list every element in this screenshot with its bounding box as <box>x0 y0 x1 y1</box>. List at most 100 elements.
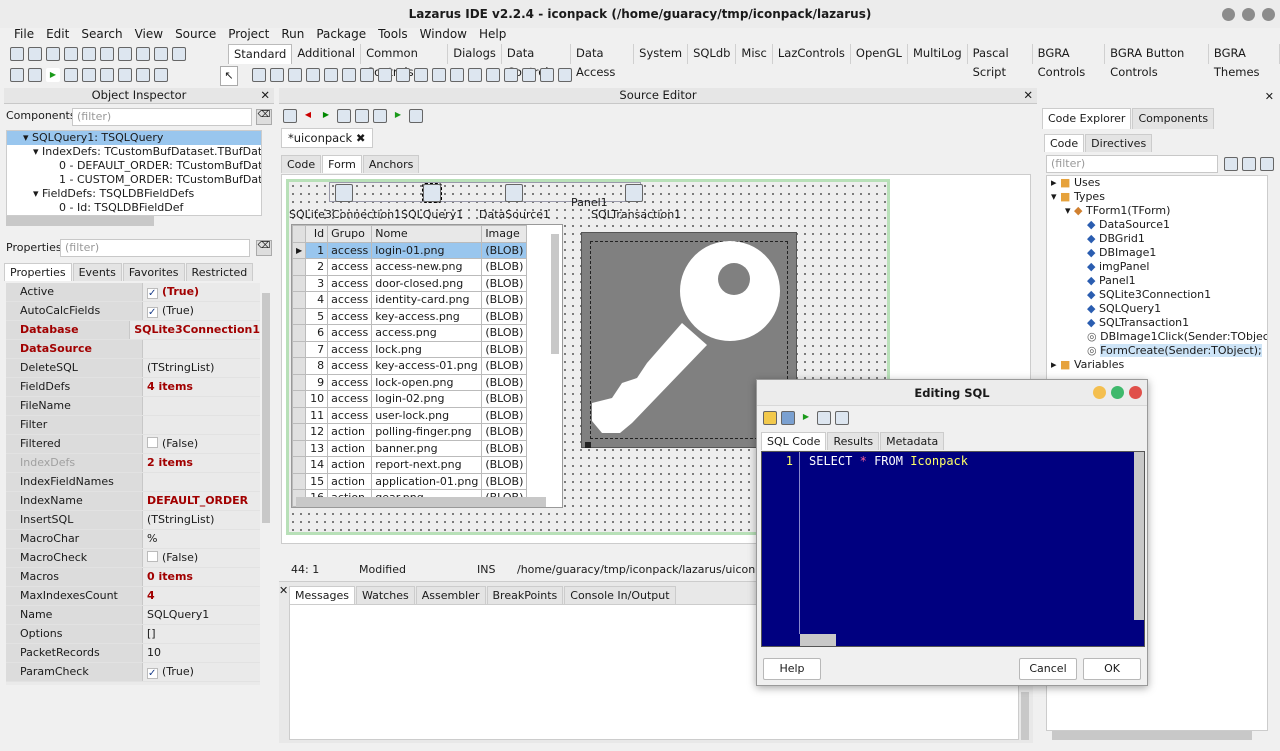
tree-item-default-order[interactable]: 0 - DEFAULT_ORDER: TCustomBufDatase <box>7 159 261 173</box>
grid-cell[interactable]: action <box>327 456 373 474</box>
checkbox[interactable] <box>147 437 158 448</box>
grid-cell[interactable]: (BLOB) <box>481 373 528 391</box>
tab-watches[interactable]: Watches <box>355 586 415 604</box>
row-indicator[interactable] <box>292 456 307 474</box>
grid-cell[interactable]: (BLOB) <box>481 423 528 441</box>
tab-events[interactable]: Events <box>72 263 122 281</box>
copy-icon[interactable] <box>835 411 849 425</box>
file-tab-uiconpack[interactable]: *uiconpack ✖ <box>281 128 373 148</box>
row-indicator[interactable] <box>292 274 307 292</box>
row-indicator[interactable]: ▶ <box>292 241 307 259</box>
property-value[interactable]: ✓ (True) <box>143 283 260 301</box>
menu-help[interactable]: Help <box>473 26 512 44</box>
property-row[interactable]: FieldDefs 4 items <box>6 378 260 397</box>
property-row[interactable]: IndexFieldNames <box>6 473 260 492</box>
sql-vscrollbar[interactable] <box>1134 452 1144 620</box>
tradiobutton-icon[interactable] <box>396 68 410 82</box>
tcheckbox-icon[interactable] <box>378 68 392 82</box>
row-indicator[interactable] <box>292 258 307 276</box>
close-tab-icon[interactable]: ✖ <box>356 131 366 145</box>
property-value[interactable]: ✓ (True) <box>143 663 260 681</box>
grid-vscrollbar[interactable] <box>551 234 559 354</box>
property-row[interactable]: DataSource <box>6 340 260 359</box>
grid-cell[interactable]: login-02.png <box>371 390 483 408</box>
table-row[interactable]: 13 action banner.png (BLOB) <box>292 439 528 457</box>
messages-scrollbar[interactable] <box>1021 692 1029 740</box>
new-form-icon[interactable] <box>28 47 42 61</box>
grid-cell[interactable]: report-next.png <box>371 456 483 474</box>
menu-package[interactable]: Package <box>310 26 372 44</box>
table-row[interactable]: 8 access key-access-01.png (BLOB) <box>292 357 528 375</box>
grid-cell[interactable]: lock-open.png <box>371 373 483 391</box>
grid-cell[interactable]: login-01.png <box>371 241 483 259</box>
dialog-close-button[interactable] <box>1129 386 1142 399</box>
tab-messages[interactable]: Messages <box>289 586 355 604</box>
tree-item-indexdefs[interactable]: ▾ IndexDefs: TCustomBufDataset.TBufDatas <box>7 145 261 159</box>
dbgrid1[interactable]: Id Grupo Nome Image ▶ 1 access login-01.png… <box>291 224 563 508</box>
pointer-tool-icon[interactable]: ↖ <box>220 66 238 86</box>
menu-project[interactable]: Project <box>222 26 275 44</box>
grid-cell[interactable]: key-access.png <box>371 307 483 325</box>
tree-sqlquery1[interactable]: ◆ SQLQuery1 <box>1047 302 1267 316</box>
close-icon[interactable]: ✕ <box>1023 88 1033 103</box>
grid-cell[interactable]: (BLOB) <box>481 340 528 358</box>
menu-run[interactable]: Run <box>275 26 310 44</box>
tree-panel1[interactable]: ◆ Panel1 <box>1047 274 1267 288</box>
palette-tab-bgra-themes[interactable]: BGRA Themes <box>1209 44 1280 79</box>
grid-cell[interactable]: access <box>327 324 373 342</box>
property-row[interactable]: MaxIndexesCount 4 <box>6 587 260 606</box>
tcheckgroup-icon[interactable] <box>504 68 518 82</box>
close-icon[interactable]: ✕ <box>260 88 270 103</box>
table-row[interactable]: 12 action polling-finger.png (BLOB) <box>292 423 528 441</box>
table-row[interactable]: 15 action application-01.png (BLOB) <box>292 472 528 490</box>
grid-cell[interactable]: (BLOB) <box>481 291 528 309</box>
grid-header-id[interactable]: Id <box>305 225 329 243</box>
tree-item-custom-order[interactable]: 1 - CUSTOM_ORDER: TCustomBufDatase <box>7 173 261 187</box>
sql-hscrollbar[interactable] <box>800 634 836 646</box>
palette-tab-opengl[interactable]: OpenGL <box>851 44 908 64</box>
table-row[interactable]: 10 access login-02.png (BLOB) <box>292 390 528 408</box>
palette-tab-sqldb[interactable]: SQLdb <box>688 44 737 64</box>
tab-properties[interactable]: Properties <box>4 263 72 281</box>
property-value[interactable]: 0 items <box>143 568 260 586</box>
grid-header-nome[interactable]: Nome <box>371 225 483 243</box>
grid-cell[interactable]: (BLOB) <box>481 406 528 424</box>
grid-cell[interactable]: 15 <box>305 472 329 490</box>
tools-icon[interactable] <box>1260 157 1274 171</box>
grid-cell[interactable]: 14 <box>305 456 329 474</box>
grid-cell[interactable]: action <box>327 439 373 457</box>
grid-cell[interactable]: (BLOB) <box>481 390 528 408</box>
menu-source[interactable]: Source <box>169 26 222 44</box>
table-row[interactable]: 2 access access-new.png (BLOB) <box>292 258 528 276</box>
sqlite3connection-icon[interactable] <box>335 184 353 202</box>
toggle-form-icon[interactable] <box>100 47 114 61</box>
row-indicator[interactable] <box>292 439 307 457</box>
grid-cell[interactable]: access <box>327 241 373 259</box>
execute-icon[interactable]: ▶ <box>799 411 813 425</box>
row-indicator[interactable] <box>292 324 307 342</box>
save-icon[interactable] <box>781 411 795 425</box>
change-mode-icon[interactable] <box>10 68 24 82</box>
grid-cell[interactable]: 7 <box>305 340 329 358</box>
checkbox[interactable]: ✓ <box>147 307 158 318</box>
grid-cell[interactable]: 12 <box>305 423 329 441</box>
property-scrollbar[interactable] <box>262 293 270 523</box>
selection-handle[interactable] <box>585 442 591 448</box>
menu-search[interactable]: Search <box>75 26 128 44</box>
tree-dbgrid1[interactable]: ◆ DBGrid1 <box>1047 232 1267 246</box>
tree-scrollbar[interactable] <box>6 216 154 226</box>
property-value[interactable]: % <box>143 530 260 548</box>
tree-uses[interactable]: ▸ ■ Uses <box>1047 176 1267 190</box>
tlabel-icon[interactable] <box>306 68 320 82</box>
back-arrow-icon[interactable]: ◀ <box>301 109 315 123</box>
options-icon[interactable] <box>1242 157 1256 171</box>
property-row[interactable]: MacroCheck (False) <box>6 549 260 568</box>
grid-cell[interactable]: 13 <box>305 439 329 457</box>
build-icon[interactable] <box>28 68 42 82</box>
tree-formcreate[interactable]: ◎ FormCreate(Sender:TObject); <box>1047 344 1267 358</box>
close-messages-icon[interactable]: ✕ <box>279 584 288 597</box>
tab-form[interactable]: Form <box>322 155 362 173</box>
property-value[interactable] <box>143 340 260 358</box>
clear-filter-icon[interactable]: ⌫ <box>256 109 272 125</box>
grid-cell[interactable]: (BLOB) <box>481 241 528 259</box>
